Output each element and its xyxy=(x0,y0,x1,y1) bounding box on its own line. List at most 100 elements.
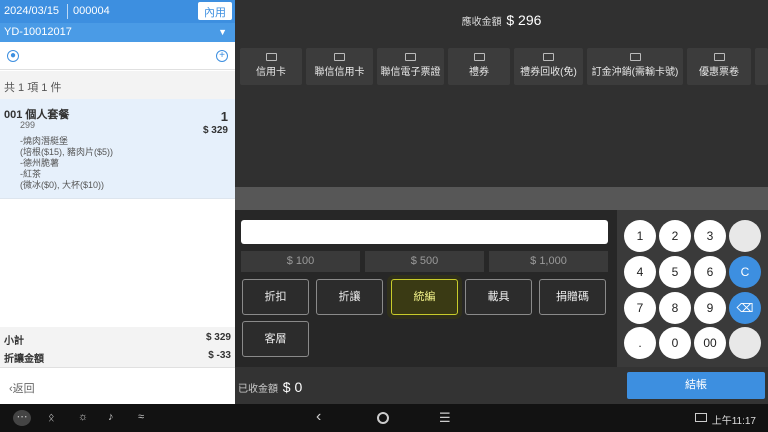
key-0[interactable]: 0 xyxy=(659,327,691,359)
key-1[interactable]: 1 xyxy=(624,220,656,252)
brightness-icon[interactable]: ☼ xyxy=(78,411,88,423)
dine-type-button[interactable]: 內用 xyxy=(198,2,232,20)
key-dot[interactable]: . xyxy=(624,327,656,359)
keyboard-icon[interactable] xyxy=(695,413,707,422)
item-modifiers: -燒肉潛艇堡 (培根($15), 豬肉片($5)) -德州脆薯 -紅茶 (微冰(… xyxy=(20,136,113,191)
back-nav-icon[interactable]: ‹ xyxy=(316,408,321,426)
clear-key[interactable]: C xyxy=(729,256,761,288)
key-5[interactable]: 5 xyxy=(659,256,691,288)
amount-paid-value: $ 0 xyxy=(282,379,303,395)
pay-method-label: 聯信電子票證 xyxy=(380,67,441,78)
pay-method-label: 優惠票卷 xyxy=(699,67,739,78)
pay-method-gift-voucher[interactable]: 禮券 xyxy=(448,48,510,85)
key-6[interactable]: 6 xyxy=(694,256,726,288)
amount-due-label: 應收金額 xyxy=(461,17,502,28)
member-icon[interactable]: ● xyxy=(7,50,19,62)
quick-amount-1000[interactable]: $ 1,000 xyxy=(489,251,608,272)
key-blank-top[interactable] xyxy=(729,220,761,252)
pay-method-label: 訂金沖銷(需輸卡號) xyxy=(591,67,679,78)
key-2[interactable]: 2 xyxy=(659,220,691,252)
system-clock: 上午11:17 xyxy=(711,416,756,427)
item-price: $ 329 xyxy=(202,125,228,136)
ticket-icon xyxy=(629,53,641,61)
ticket-icon xyxy=(543,53,554,61)
numeric-keypad: 1 2 3 4 5 6 C 7 8 9 ⌫ . 0 00 xyxy=(617,210,768,367)
input-area: $ 100 $ 500 $ 1,000 折扣 折讓 統編 載具 捐贈碼 客層 1… xyxy=(235,210,768,367)
modifier-line: -德州脆薯 xyxy=(20,158,59,168)
card-icon xyxy=(265,53,277,61)
checkout-button[interactable]: 結帳 xyxy=(627,372,765,399)
key-8[interactable]: 8 xyxy=(659,292,691,324)
order-item[interactable]: 001 個人套餐 299 1 $ 329 -燒肉潛艇堡 (培根($15), 豬肉… xyxy=(0,99,235,199)
order-panel: 2024/03/15 000004 內用 YD-10012017 ▼ ● + 共… xyxy=(0,0,235,404)
amount-input[interactable] xyxy=(241,220,608,244)
pay-method-label: 信用卡 xyxy=(256,67,286,78)
discount-button[interactable]: 折扣 xyxy=(242,279,309,315)
carrier-button[interactable]: 載具 xyxy=(465,279,532,315)
amount-paid-label: 已收金額 xyxy=(238,384,278,395)
key-3[interactable]: 3 xyxy=(694,220,726,252)
discount-row: 折讓金額 $ -33 xyxy=(4,350,231,365)
item-qty: 1 xyxy=(220,109,228,124)
item-code: 299 xyxy=(20,120,36,130)
coupon-icon xyxy=(713,53,725,61)
order-id: YD-10012017 xyxy=(4,26,72,38)
subtotal-row: 小計 $ 329 xyxy=(4,332,231,347)
card-icon xyxy=(334,53,345,61)
more-icon[interactable]: ⋯ xyxy=(13,410,31,426)
order-date: 2024/03/15 xyxy=(4,5,60,17)
paid-bar: 已收金額 $ 0 結帳 xyxy=(235,367,768,404)
pay-method-union-credit[interactable]: 聯信信用卡 xyxy=(306,48,373,85)
subtotal-label: 小計 xyxy=(4,336,24,347)
wifi-icon[interactable]: ≈ xyxy=(138,411,144,423)
order-header: 2024/03/15 000004 內用 xyxy=(0,0,235,23)
quick-amount-100[interactable]: $ 100 xyxy=(241,251,360,272)
discount-label: 折讓金額 xyxy=(4,354,44,365)
item-summary: 共 1 項 1 件 xyxy=(0,71,235,99)
tax-id-button[interactable]: 統編 xyxy=(391,279,458,315)
system-nav-bar: ⋯ ᛟ ☼ ♪ ≈ ‹ ☰ 上午11:17 xyxy=(0,404,768,432)
pay-method-label: 禮券 xyxy=(469,67,489,78)
amount-due: 應收金額 $ 296 xyxy=(235,12,768,28)
pay-method-discount-ticket[interactable]: 優惠票卷 xyxy=(687,48,751,85)
item-name: 001 個人套餐 xyxy=(4,109,70,121)
subtotal-value: $ 329 xyxy=(205,332,231,343)
pay-method-voucher-recycle[interactable]: 禮券回收(免) xyxy=(514,48,583,85)
donation-code-button[interactable]: 捐贈碼 xyxy=(539,279,606,315)
pay-method-deposit-offset[interactable]: 訂金沖銷(需輸卡號) xyxy=(587,48,683,85)
key-9[interactable]: 9 xyxy=(694,292,726,324)
volume-icon[interactable]: ♪ xyxy=(108,411,114,423)
pay-method-more[interactable] xyxy=(755,48,768,85)
recents-icon[interactable]: ☰ xyxy=(439,410,451,426)
pay-method-label: 禮券回收(免) xyxy=(520,67,577,78)
discount-value: $ -33 xyxy=(208,350,231,361)
back-button[interactable]: ‹返回 xyxy=(0,367,235,404)
modifier-line: (微冰($0), 大杯($10)) xyxy=(20,180,105,190)
back-label: 返回 xyxy=(12,383,35,395)
modifier-line: -紅茶 xyxy=(20,169,41,179)
totals-section: 小計 $ 329 折讓金額 $ -33 xyxy=(0,327,235,367)
key-7[interactable]: 7 xyxy=(624,292,656,324)
card-icon xyxy=(405,53,416,61)
add-icon[interactable]: + xyxy=(216,50,228,62)
amount-due-value: $ 296 xyxy=(506,12,542,28)
customer-row: ● + xyxy=(0,42,235,70)
key-blank-bottom[interactable] xyxy=(729,327,761,359)
customer-type-button[interactable]: 客層 xyxy=(242,321,309,357)
pay-method-credit-card[interactable]: 信用卡 xyxy=(240,48,302,85)
key-00[interactable]: 00 xyxy=(694,327,726,359)
bluetooth-icon[interactable]: ᛟ xyxy=(48,412,55,424)
payment-area: 應收金額 $ 296 信用卡 聯信信用卡 聯信電子票證 禮券 禮券回收(免) 訂… xyxy=(235,0,768,404)
header-divider xyxy=(67,4,68,19)
backspace-icon[interactable]: ⌫ xyxy=(729,292,761,324)
pay-method-union-eticket[interactable]: 聯信電子票證 xyxy=(377,48,444,85)
home-icon[interactable] xyxy=(377,412,389,424)
pin-icon[interactable]: ▼ xyxy=(218,27,227,37)
divider-bar xyxy=(235,187,768,210)
key-4[interactable]: 4 xyxy=(624,256,656,288)
modifier-line: -燒肉潛艇堡 xyxy=(20,136,68,146)
quick-amount-500[interactable]: $ 500 xyxy=(365,251,484,272)
allowance-button[interactable]: 折讓 xyxy=(316,279,383,315)
order-number: 000004 xyxy=(73,5,110,17)
amount-paid: 已收金額 $ 0 xyxy=(238,379,302,395)
